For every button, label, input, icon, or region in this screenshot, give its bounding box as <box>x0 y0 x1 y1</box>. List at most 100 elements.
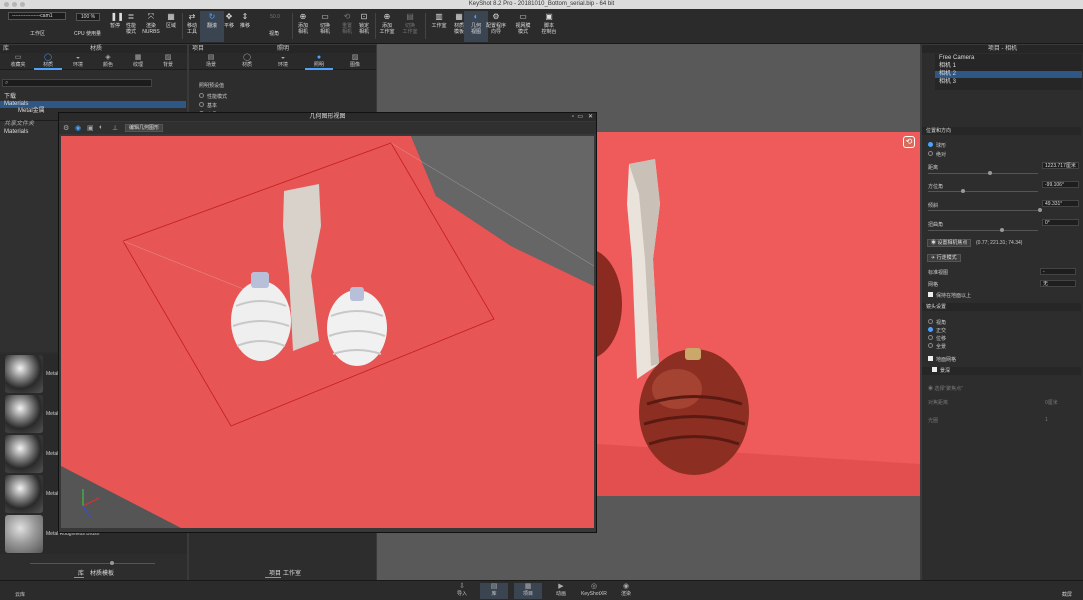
tab-materials[interactable]: ◯ 材质 <box>34 53 62 70</box>
set-focus-button[interactable]: ◉ 设置相机焦点 <box>927 239 972 247</box>
tab-lighting[interactable]: ● 照明 <box>305 53 333 70</box>
project-button[interactable]: ▦ 项目 <box>514 583 542 599</box>
distance-slider[interactable] <box>928 171 1038 175</box>
close-icon[interactable]: ✕ <box>588 113 593 121</box>
screenshot-button[interactable]: 截屏 <box>1062 591 1072 598</box>
lens-shift-radio[interactable] <box>928 335 933 340</box>
tab-backplates[interactable]: ▨ 背景 <box>154 53 182 70</box>
dof-checkbox[interactable] <box>932 367 937 372</box>
material-thumbnail[interactable] <box>5 475 43 513</box>
standard-view-select[interactable]: - <box>1040 268 1076 275</box>
library-button[interactable]: ▤ 库 <box>480 583 508 599</box>
import-button[interactable]: ⇩ 导入 <box>448 583 476 599</box>
switch-studio-button[interactable]: ▤ 切换 工作室 <box>398 11 422 42</box>
slider-knob[interactable] <box>988 171 992 175</box>
tab-material[interactable]: ◯ 材质 <box>233 53 261 70</box>
material-thumbnail[interactable] <box>5 435 43 473</box>
dialog-titlebar[interactable]: 几何图形视图 ▫ ▭ ✕ <box>59 113 596 121</box>
twist-slider[interactable] <box>928 228 1038 232</box>
lock-camera-button[interactable]: ⊡ 锁定 相机 <box>352 11 376 42</box>
preset-basic-radio[interactable] <box>199 102 204 107</box>
tree-item-shared-materials[interactable]: Materials <box>0 129 28 136</box>
library-search-input[interactable]: ⌕ <box>2 79 152 87</box>
tab-textures[interactable]: ▦ 纹理 <box>124 53 152 70</box>
azimuth-slider[interactable] <box>928 189 1038 193</box>
material-thumbnail[interactable] <box>5 355 43 393</box>
aperture-field[interactable]: 1 <box>1045 417 1048 423</box>
ground-grid-checkbox[interactable] <box>928 356 933 361</box>
inclination-field[interactable]: 49.331° <box>1042 200 1079 207</box>
camera-item-2[interactable]: 相机 2 <box>935 71 1082 78</box>
fit-icon[interactable]: ▣ <box>87 124 94 132</box>
switch-camera-button[interactable]: ▭ 切换 相机 <box>313 11 337 42</box>
camera-item-1[interactable]: 相机 1 <box>935 63 1082 70</box>
section-position-header[interactable]: 位置和方向 <box>922 127 1081 135</box>
tab-favorites[interactable]: ▭ 收藏夹 <box>4 53 32 70</box>
wizard-icon: ⚙ <box>492 12 500 21</box>
configurator-wizard-button[interactable]: ⚙ 配置程序 向导 <box>484 11 508 42</box>
inclination-slider[interactable] <box>928 208 1042 212</box>
edit-geometry-button[interactable]: 编辑几何图形 <box>125 124 164 132</box>
restore-icon[interactable]: ▫ <box>572 113 574 121</box>
thumbnail-size-slider[interactable] <box>30 561 155 565</box>
tree-item-downloads[interactable]: 下载 <box>0 94 186 101</box>
absolute-radio[interactable] <box>928 151 933 156</box>
lens-panorama-radio[interactable] <box>928 343 933 348</box>
add-studio-button[interactable]: ⊕ 添加 工作室 <box>375 11 399 42</box>
minimize-window-button[interactable] <box>12 2 17 7</box>
twist-field[interactable]: 0° <box>1042 219 1079 226</box>
tab-image[interactable]: ▨ 图像 <box>341 53 369 70</box>
camera-view-icon[interactable]: ◉ <box>75 124 81 132</box>
fov-field[interactable]: 50.0 <box>262 14 288 21</box>
grid-select[interactable]: 无 <box>1040 280 1076 287</box>
tab-environment[interactable]: ◒ 环境 <box>269 53 297 70</box>
add-camera-button[interactable]: ⊕ 添加 相机 <box>291 11 315 42</box>
azimuth-field[interactable]: -99.106° <box>1042 181 1079 188</box>
axis-icon[interactable]: ⊥ <box>112 124 118 132</box>
cloud-library-button[interactable]: 云库 <box>15 591 25 598</box>
tree-item-materials[interactable]: Materials <box>0 101 186 108</box>
slider-knob[interactable] <box>1038 208 1042 212</box>
walk-mode-button[interactable]: ✈ 行走模式 <box>927 254 961 262</box>
material-thumbnail[interactable] <box>5 395 43 433</box>
tab-colors[interactable]: ◈ 颜色 <box>94 53 122 70</box>
camera-select[interactable]: -----------------cam1 <box>8 12 66 20</box>
slider-knob[interactable] <box>961 189 965 193</box>
focus-distance-field[interactable]: 0厘米 <box>1045 399 1058 406</box>
cpu-usage-field[interactable]: 100 % <box>76 13 100 21</box>
render-settings-icon[interactable]: ⟲ <box>903 136 915 148</box>
tab-studio-bottom[interactable]: 工作室 <box>279 571 301 578</box>
script-console-button[interactable]: ▣ 脚本 控制台 <box>537 11 561 42</box>
camera-item-free[interactable]: Free Camera <box>935 55 1082 62</box>
select-focus-point-button[interactable]: ◉ 选择"聚焦点" <box>928 385 963 392</box>
close-window-button[interactable] <box>4 2 9 7</box>
slider-knob[interactable] <box>110 561 114 565</box>
dolly-button[interactable]: ⇕ 推移 <box>233 11 257 42</box>
zoom-window-button[interactable] <box>20 2 25 7</box>
tab-scene[interactable]: ▤ 场景 <box>197 53 225 70</box>
float-icon[interactable]: ▭ <box>577 113 583 121</box>
section-lens-header[interactable]: 镜头设置 <box>922 303 1081 311</box>
geometry-view-dialog[interactable]: 几何图形视图 ▫ ▭ ✕ ⚙ ◉ ▣ ◐ ⊥ 编辑几何图形 <box>58 112 597 533</box>
distance-field[interactable]: 1223.717厘米 <box>1042 162 1079 169</box>
spherical-radio[interactable] <box>928 142 933 147</box>
lens-perspective-radio[interactable] <box>928 319 933 324</box>
tab-material-template-bottom[interactable]: 材质模板 <box>86 571 114 578</box>
keep-above-ground-checkbox[interactable] <box>928 292 933 297</box>
tab-library-bottom[interactable]: 库 <box>74 571 85 578</box>
workspace-label[interactable]: 工作区 <box>30 30 45 37</box>
section-dof-header[interactable]: 景深 <box>922 367 1081 375</box>
slider-knob[interactable] <box>1000 228 1004 232</box>
preset-performance-radio[interactable] <box>199 93 204 98</box>
retina-mode-button[interactable]: ▭ 视网膜 模式 <box>511 11 535 42</box>
material-thumbnail[interactable] <box>5 515 43 553</box>
settings-icon[interactable]: ⚙ <box>63 124 69 132</box>
light-icon[interactable]: ◐ <box>99 124 103 131</box>
keyshotxr-button[interactable]: ◎ KeyShotXR <box>578 583 610 599</box>
geometry-canvas[interactable] <box>61 136 594 528</box>
animation-button[interactable]: ▶ 动画 <box>547 583 575 599</box>
tab-environments[interactable]: ◒ 环境 <box>64 53 92 70</box>
render-button[interactable]: ◉ 渲染 <box>612 583 640 599</box>
camera-item-3[interactable]: 相机 3 <box>935 79 1082 86</box>
lens-orthographic-radio[interactable] <box>928 327 933 332</box>
